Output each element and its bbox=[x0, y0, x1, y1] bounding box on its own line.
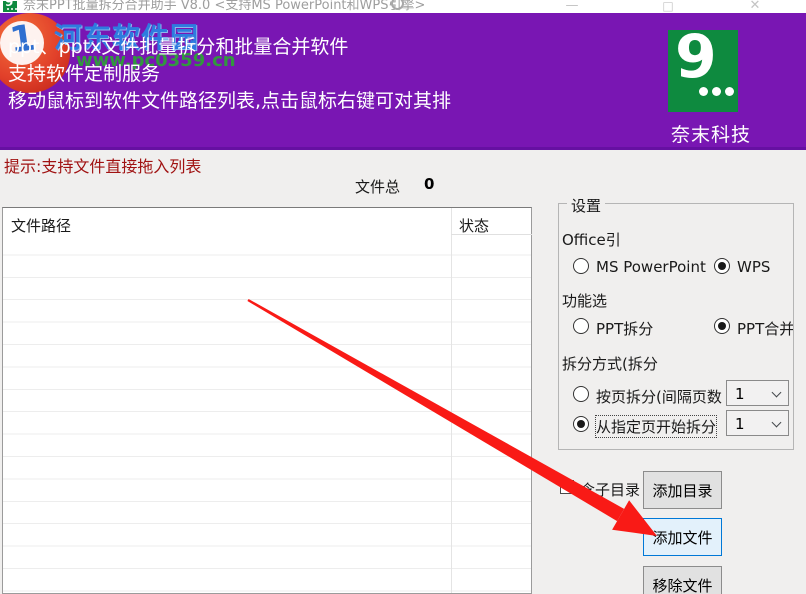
radio-split-from-page[interactable] bbox=[573, 416, 589, 432]
brand-logo: 9 bbox=[668, 30, 738, 112]
column-separator bbox=[451, 208, 452, 593]
radio-split-by-page[interactable] bbox=[573, 386, 589, 402]
include-subdir-checkbox[interactable] bbox=[560, 480, 574, 494]
drag-drop-hint: 提示:支持文件直接拖入列表 bbox=[4, 153, 201, 177]
include-subdir-label[interactable]: 含子目录 bbox=[580, 479, 640, 500]
minimize-button[interactable]: — bbox=[552, 0, 592, 13]
radio-wps-label[interactable]: WPS bbox=[737, 258, 770, 276]
radio-split-from-page-label[interactable]: 从指定页开始拆分 bbox=[596, 416, 716, 437]
maximize-button[interactable]: □ bbox=[648, 0, 688, 13]
remove-file-button[interactable]: 移除文件 bbox=[643, 566, 722, 594]
close-button[interactable]: ✕ bbox=[735, 0, 775, 13]
file-list[interactable]: 文件路径 状态 bbox=[2, 207, 532, 594]
radio-ms-powerpoint[interactable] bbox=[573, 258, 589, 274]
radio-ppt-merge-label[interactable]: PPT合并 bbox=[737, 318, 793, 339]
radio-ppt-split[interactable] bbox=[573, 318, 589, 334]
radio-ms-powerpoint-label[interactable]: MS PowerPoint bbox=[596, 258, 706, 276]
app-window: 9 奈末PPT批量拆分合并助手 V8.0 <支持MS PowerPoint和WP… bbox=[0, 0, 806, 594]
header-taglines: ppt、pptx文件批量拆分和批量合并软件 支持软件定制服务 移动鼠标到软件文件… bbox=[8, 34, 451, 115]
start-page-select[interactable]: 1 bbox=[726, 410, 789, 436]
tagline-2: 支持软件定制服务 bbox=[8, 61, 451, 88]
chevron-down-icon bbox=[772, 418, 782, 428]
tagline-3: 移动鼠标到软件文件路径列表,点击鼠标右键可对其排 bbox=[8, 88, 451, 115]
logo-9-glyph: 9 bbox=[675, 30, 717, 92]
radio-ppt-split-label[interactable]: PPT拆分 bbox=[596, 318, 653, 339]
header-banner: 1 河东软件园 www.pc0359.cn ppt、pptx文件批量拆分和批量合… bbox=[0, 13, 806, 150]
brand-name: 奈末科技 bbox=[671, 120, 751, 147]
radio-split-by-page-label[interactable]: 按页拆分(间隔页数 bbox=[596, 386, 722, 407]
add-file-button[interactable]: 添加文件 bbox=[643, 518, 722, 556]
title-bar: 9 奈末PPT批量拆分合并助手 V8.0 <支持MS PowerPoint和WP… bbox=[0, 0, 806, 13]
file-total-value: 0 bbox=[424, 175, 434, 193]
interval-pages-select[interactable]: 1 bbox=[726, 380, 789, 406]
tagline-1: ppt、pptx文件批量拆分和批量合并软件 bbox=[8, 34, 451, 61]
column-header-status[interactable]: 状态 bbox=[459, 215, 489, 236]
add-directory-button[interactable]: 添加目录 bbox=[643, 471, 722, 509]
app-icon: 9 bbox=[3, 1, 17, 12]
settings-group-title: 设置 bbox=[567, 195, 605, 216]
chevron-down-icon bbox=[772, 388, 782, 398]
file-total-label: 文件总 bbox=[355, 176, 400, 197]
radio-wps[interactable] bbox=[714, 258, 730, 274]
office-engine-label: Office引 bbox=[562, 229, 621, 250]
function-label: 功能选 bbox=[562, 290, 607, 311]
radio-ppt-merge[interactable] bbox=[714, 318, 730, 334]
split-method-label: 拆分方式(拆分 bbox=[562, 353, 658, 374]
column-header-filepath[interactable]: 文件路径 bbox=[11, 215, 71, 236]
window-title: 奈末PPT批量拆分合并助手 V8.0 <支持MS PowerPoint和WPS引… bbox=[23, 0, 425, 13]
